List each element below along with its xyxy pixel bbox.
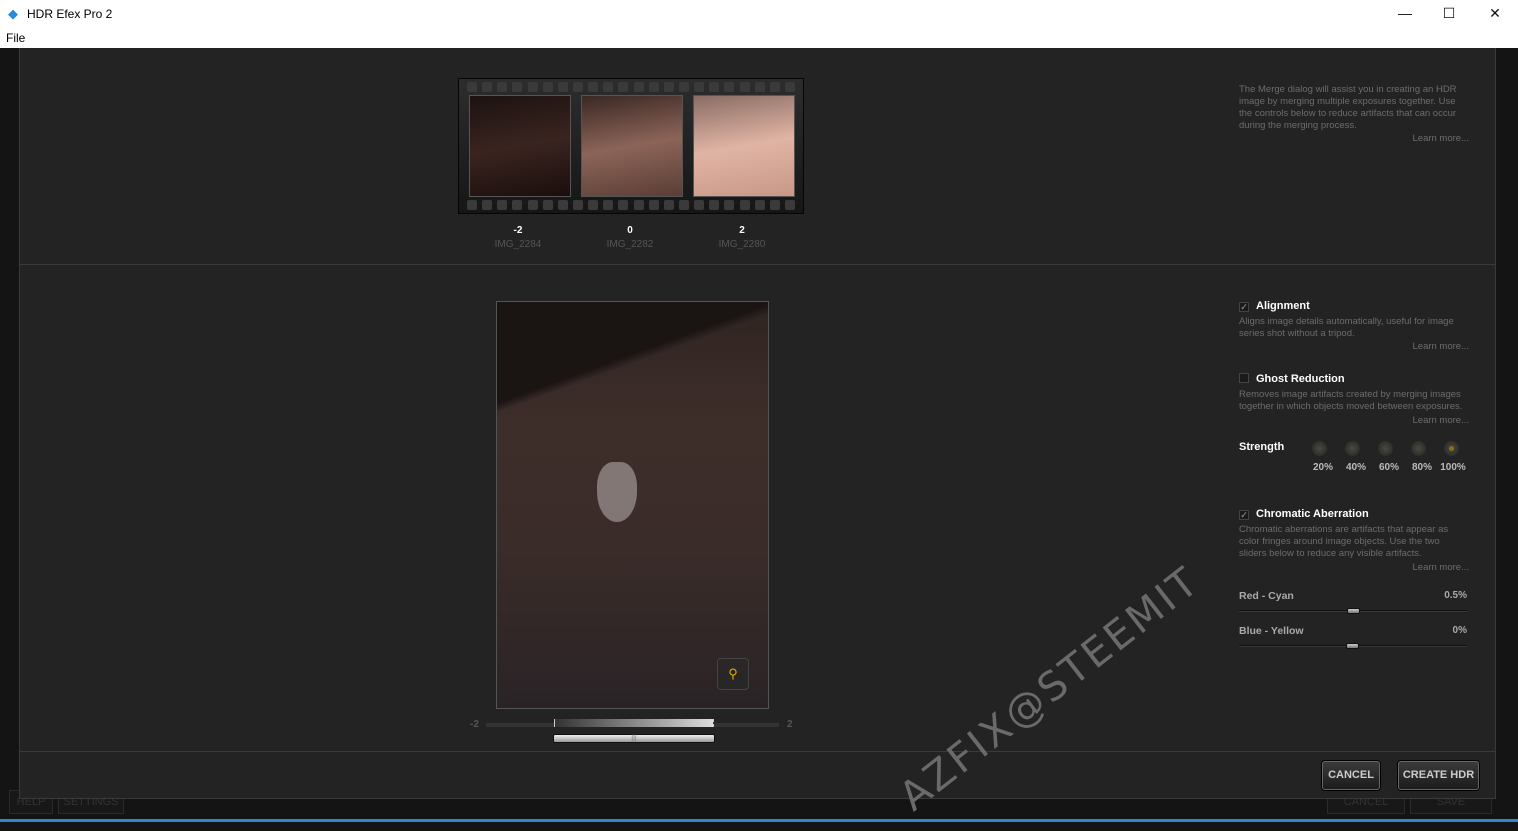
ghost-description: Removes image artifacts created by mergi… (1239, 389, 1463, 412)
checkbox-empty (1239, 373, 1249, 383)
maximize-button[interactable]: ☐ (1429, 2, 1469, 24)
strength-option-60[interactable] (1378, 441, 1393, 456)
exposure-thumbnail[interactable] (469, 95, 571, 197)
chromatic-aberration-checkbox[interactable]: ✓ Chromatic Aberration (1239, 508, 1369, 520)
exposure-ev: 2 (739, 225, 745, 236)
ghost-reduction-checkbox[interactable]: Ghost Reduction (1239, 373, 1345, 385)
cancel-button[interactable]: CANCEL (1322, 761, 1380, 790)
close-button[interactable]: ✕ (1475, 2, 1515, 24)
learn-more-link[interactable]: Learn more... (1239, 415, 1470, 427)
ev-range-handle[interactable]: ||| (553, 734, 715, 743)
learn-more-link[interactable]: Learn more... (1239, 562, 1470, 574)
menu-file[interactable]: File (6, 31, 25, 45)
exposure-thumbnail[interactable] (693, 95, 795, 197)
create-hdr-button[interactable]: CREATE HDR (1398, 761, 1479, 790)
footer-divider (20, 751, 1495, 752)
zoom-button[interactable]: ⚲ (717, 658, 749, 690)
strength-pct: 100% (1440, 462, 1466, 473)
alignment-label: Alignment (1256, 300, 1310, 312)
blue-yellow-slider-handle[interactable] (1346, 643, 1359, 649)
strength-option-40[interactable] (1345, 441, 1360, 456)
intro-text: The Merge dialog will assist you in crea… (1239, 84, 1469, 145)
exposure-ev: -2 (513, 225, 523, 236)
red-cyan-value: 0.5% (1444, 590, 1467, 601)
window-title: HDR Efex Pro 2 (27, 7, 113, 21)
strength-label: Strength (1239, 441, 1285, 453)
red-cyan-slider-handle[interactable] (1347, 608, 1360, 614)
section-divider (20, 264, 1495, 265)
alignment-checkbox[interactable]: ✓ Alignment (1239, 300, 1310, 312)
ev-range-max: 2 (787, 719, 793, 730)
alignment-description: Aligns image details automatically, usef… (1239, 316, 1454, 339)
intro-description: The Merge dialog will assist you in crea… (1239, 84, 1457, 131)
ghost-reduction-label: Ghost Reduction (1256, 373, 1345, 385)
filmstrip (458, 78, 804, 214)
strength-pct: 80% (1411, 462, 1432, 473)
strength-pct: 60% (1378, 462, 1399, 473)
learn-more-link[interactable]: Learn more... (1239, 133, 1470, 145)
strength-option-100[interactable] (1444, 441, 1459, 456)
merged-preview-image: ⚲ (496, 301, 769, 709)
ev-range-selection[interactable] (554, 719, 714, 727)
ghost-info: Removes image artifacts created by mergi… (1239, 389, 1469, 427)
checkmark-icon: ✓ (1239, 510, 1249, 520)
ev-range-min: -2 (470, 719, 479, 730)
blue-yellow-label: Blue - Yellow (1239, 625, 1304, 637)
strength-option-20[interactable] (1312, 441, 1327, 456)
magnifier-icon: ⚲ (728, 666, 738, 681)
app-icon: ◆ (8, 6, 18, 21)
merge-dialog: -2 IMG_2284 0 IMG_2282 2 IMG_2280 The Me… (19, 48, 1496, 799)
exposure-filename: IMG_2280 (718, 239, 766, 250)
title-bar: ◆ HDR Efex Pro 2 — ☐ ✕ (0, 0, 1518, 28)
strength-pct: 20% (1312, 462, 1333, 473)
exposure-filename: IMG_2284 (494, 239, 542, 250)
menu-bar: File (0, 28, 1518, 48)
chromatic-description: Chromatic aberrations are artifacts that… (1239, 524, 1449, 559)
blue-yellow-value: 0% (1452, 625, 1467, 636)
exposure-ev: 0 (627, 225, 633, 236)
exposure-filename: IMG_2282 (606, 239, 654, 250)
alignment-info: Aligns image details automatically, usef… (1239, 316, 1469, 353)
checkmark-icon: ✓ (1239, 302, 1249, 312)
strength-pct: 40% (1345, 462, 1366, 473)
film-holes (467, 82, 795, 92)
chromatic-info: Chromatic aberrations are artifacts that… (1239, 524, 1469, 574)
preview-subject (597, 462, 637, 522)
strength-option-80[interactable] (1411, 441, 1426, 456)
film-holes (467, 200, 795, 210)
exposure-thumbnail[interactable] (581, 95, 683, 197)
chromatic-label: Chromatic Aberration (1256, 508, 1369, 520)
red-cyan-label: Red - Cyan (1239, 590, 1294, 602)
minimize-button[interactable]: — (1385, 2, 1425, 24)
learn-more-link[interactable]: Learn more... (1239, 341, 1470, 353)
